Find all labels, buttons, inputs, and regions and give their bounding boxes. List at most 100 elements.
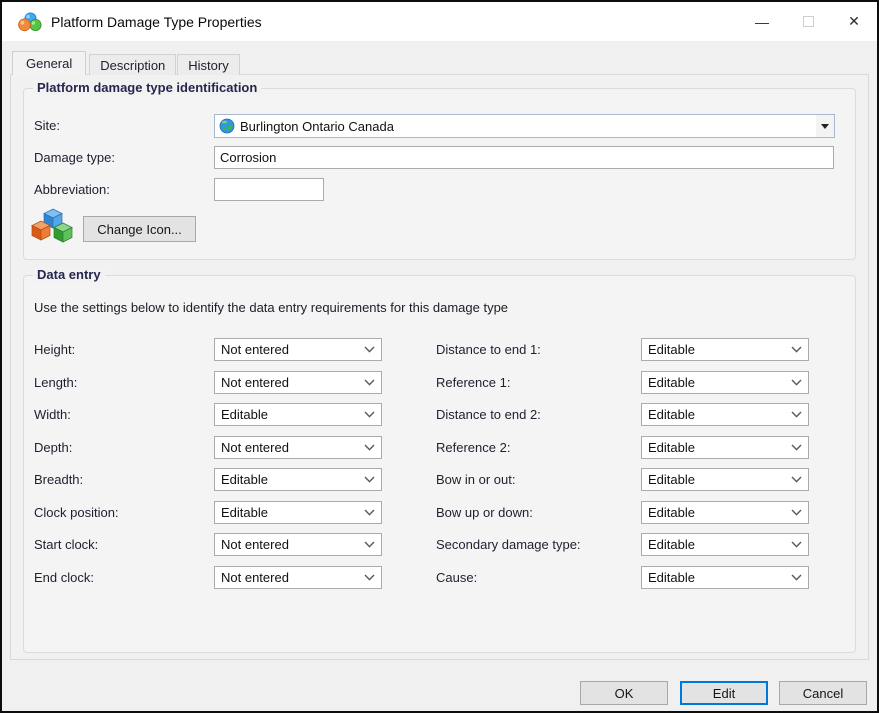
site-label: Site: <box>34 118 60 133</box>
dropdown-value: Not entered <box>221 342 289 357</box>
dropdown-arrow-icon <box>821 124 829 129</box>
field-label: Distance to end 2: <box>436 407 641 422</box>
chevron-down-icon <box>791 379 802 386</box>
site-combobox[interactable]: Burlington Ontario Canada <box>214 114 835 138</box>
data-entry-row: Length: Not entered <box>34 371 382 394</box>
field-label: Reference 1: <box>436 375 641 390</box>
dropdown-value: Editable <box>648 440 695 455</box>
data-entry-left-column: Height:Not enteredLength:Not enteredWidt… <box>34 338 382 589</box>
abbreviation-input[interactable] <box>214 178 324 201</box>
field-dropdown[interactable]: Not entered <box>214 371 382 394</box>
chevron-down-icon <box>364 476 375 483</box>
data-entry-row: Cause:Editable <box>436 566 809 589</box>
chevron-down-icon <box>364 411 375 418</box>
field-dropdown[interactable]: Editable <box>641 371 809 394</box>
chevron-down-icon <box>364 444 375 451</box>
tab-general[interactable]: General <box>12 51 86 75</box>
field-dropdown[interactable]: Editable <box>214 501 382 524</box>
field-dropdown[interactable]: Editable <box>214 468 382 491</box>
field-label: Start clock: <box>34 537 214 552</box>
field-dropdown[interactable]: Not entered <box>214 338 382 361</box>
data-entry-row: Breadth: Editable <box>34 468 382 491</box>
damage-type-input[interactable]: Corrosion <box>214 146 834 169</box>
data-entry-row: Clock position:Editable <box>34 501 382 524</box>
field-dropdown[interactable]: Editable <box>641 566 809 589</box>
field-label: Height: <box>34 342 214 357</box>
field-label: Clock position: <box>34 505 214 520</box>
chevron-down-icon <box>791 574 802 581</box>
maximize-icon <box>803 16 814 27</box>
dropdown-value: Not entered <box>221 570 289 585</box>
dropdown-value: Editable <box>648 407 695 422</box>
field-dropdown[interactable]: Editable <box>641 436 809 459</box>
title-bar: Platform Damage Type Properties — ✕ <box>2 2 877 41</box>
minimize-button[interactable]: — <box>739 2 785 41</box>
field-dropdown[interactable]: Editable <box>641 468 809 491</box>
chevron-down-icon <box>364 379 375 386</box>
window-title: Platform Damage Type Properties <box>51 14 262 30</box>
data-entry-description: Use the settings below to identify the d… <box>34 300 508 315</box>
maximize-button <box>785 2 831 41</box>
data-entry-row: Reference 1: Editable <box>436 371 809 394</box>
field-label: Length: <box>34 375 214 390</box>
field-label: Breadth: <box>34 472 214 487</box>
site-dropdown-button[interactable] <box>816 115 834 137</box>
field-label: Cause: <box>436 570 641 585</box>
groupbox-title: Data entry <box>33 267 105 282</box>
field-label: Distance to end 1: <box>436 342 641 357</box>
chevron-down-icon <box>791 444 802 451</box>
field-dropdown[interactable]: Editable <box>214 403 382 426</box>
data-entry-row: Start clock: Not entered <box>34 533 382 556</box>
data-entry-row: Bow up or down: Editable <box>436 501 809 524</box>
field-dropdown[interactable]: Editable <box>641 338 809 361</box>
chevron-down-icon <box>791 346 802 353</box>
data-entry-row: Height: Not entered <box>34 338 382 361</box>
data-entry-row: End clock: Not entered <box>34 566 382 589</box>
tab-strip: General Description History <box>12 51 240 75</box>
dropdown-value: Not entered <box>221 537 289 552</box>
data-entry-row: Depth:Not entered <box>34 436 382 459</box>
damage-type-label: Damage type: <box>34 150 115 165</box>
data-entry-groupbox: Data entry Use the settings below to ide… <box>23 275 856 653</box>
dropdown-value: Editable <box>648 375 695 390</box>
field-label: Bow in or out: <box>436 472 641 487</box>
chevron-down-icon <box>791 476 802 483</box>
dropdown-value: Not entered <box>221 375 289 390</box>
minimize-icon: — <box>755 14 769 30</box>
field-dropdown[interactable]: Editable <box>641 403 809 426</box>
data-entry-row: Bow in or out: Editable <box>436 468 809 491</box>
tab-description[interactable]: Description <box>89 54 176 75</box>
platform-damage-type-properties-dialog: Platform Damage Type Properties — ✕ Gene… <box>0 0 879 713</box>
field-dropdown[interactable]: Not entered <box>214 566 382 589</box>
cubes-icon <box>30 207 76 251</box>
field-dropdown[interactable]: Editable <box>641 533 809 556</box>
field-label: Depth: <box>34 440 214 455</box>
chevron-down-icon <box>364 346 375 353</box>
dropdown-value: Editable <box>648 505 695 520</box>
edit-button[interactable]: Edit <box>680 681 768 705</box>
dropdown-value: Editable <box>648 342 695 357</box>
field-label: End clock: <box>34 570 214 585</box>
general-tab-page: Platform damage type identification Site… <box>10 74 869 660</box>
globe-icon <box>219 118 235 134</box>
field-label: Bow up or down: <box>436 505 641 520</box>
dropdown-value: Editable <box>221 407 268 422</box>
site-value: Burlington Ontario Canada <box>240 119 394 134</box>
ok-button[interactable]: OK <box>580 681 668 705</box>
cancel-button[interactable]: Cancel <box>779 681 867 705</box>
data-entry-row: Distance to end 2: Editable <box>436 403 809 426</box>
dropdown-value: Editable <box>221 472 268 487</box>
change-icon-button[interactable]: Change Icon... <box>83 216 196 242</box>
chevron-down-icon <box>364 574 375 581</box>
close-button[interactable]: ✕ <box>831 2 877 41</box>
field-label: Reference 2: <box>436 440 641 455</box>
identification-groupbox: Platform damage type identification Site… <box>23 88 856 260</box>
field-dropdown[interactable]: Not entered <box>214 436 382 459</box>
close-icon: ✕ <box>848 13 860 30</box>
dropdown-value: Editable <box>648 472 695 487</box>
field-dropdown[interactable]: Not entered <box>214 533 382 556</box>
chevron-down-icon <box>364 541 375 548</box>
chevron-down-icon <box>791 509 802 516</box>
tab-history[interactable]: History <box>177 54 239 75</box>
field-dropdown[interactable]: Editable <box>641 501 809 524</box>
